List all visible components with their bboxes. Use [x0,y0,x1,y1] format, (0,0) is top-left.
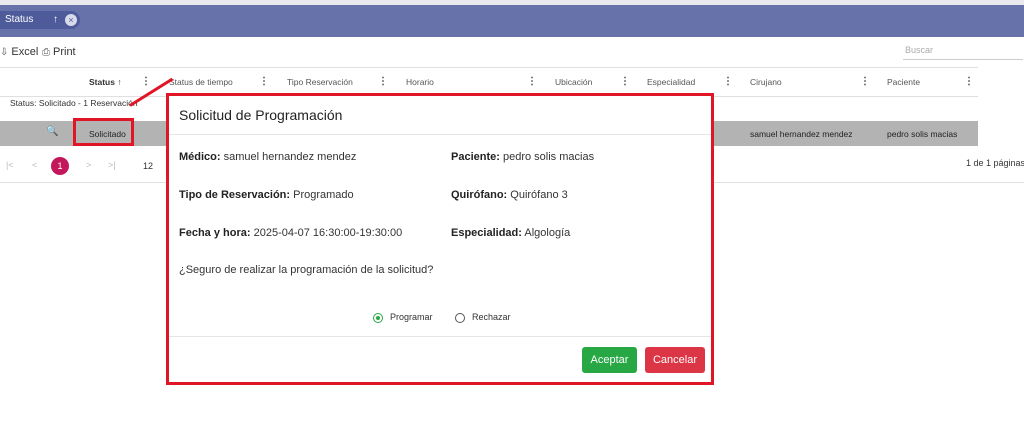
grid-toolbar: ⇩ Excel ⎙ Print [0,37,1024,67]
dialog-title: Solicitud de Programación [179,107,343,123]
excel-label: Excel [11,46,39,58]
search-icon[interactable]: 🔍 [46,126,58,137]
field-tipo-reservacion: Tipo de Reservación: Programado [179,189,354,201]
accept-button[interactable]: Aceptar [582,347,637,373]
page-info: 1 de 1 páginas [966,158,1024,168]
column-menu-icon[interactable]: ⋮ [378,76,388,87]
page-size-select[interactable]: 12 [143,161,153,171]
divider [169,336,711,337]
programacion-dialog: Solicitud de Programación Médico: samuel… [166,93,714,385]
column-menu-icon[interactable]: ⋮ [527,76,537,87]
cell-cirujano: samuel hernandez mendez [750,129,853,139]
column-menu-icon[interactable]: ⋮ [620,76,630,87]
column-header-cirujano[interactable]: Cirujano [750,77,782,87]
radio-programar-label: Programar [390,312,433,322]
group-panel: Status ↑ × [0,5,1024,37]
last-page-button[interactable]: >| [108,160,116,170]
first-page-button[interactable]: |< [6,160,14,170]
next-page-button[interactable]: > [86,160,91,170]
radio-programar[interactable]: Programar [373,312,433,323]
radio-rechazar-label: Rechazar [472,312,511,322]
divider [169,134,711,135]
sort-up-icon[interactable]: ↑ [53,11,58,29]
confirm-question: ¿Seguro de realizar la programación de l… [179,264,434,276]
excel-button[interactable]: ⇩ Excel [0,46,38,58]
column-header-status-tiempo[interactable]: Status de tiempo [169,77,233,87]
column-header-horario[interactable]: Horario [406,77,434,87]
cell-paciente: pedro solis macias [887,129,958,139]
radio-rechazar[interactable]: Rechazar [455,312,511,323]
prev-page-button[interactable]: < [32,160,37,170]
column-menu-icon[interactable]: ⋮ [723,76,733,87]
column-header-especialidad[interactable]: Especialidad [647,77,695,87]
highlight-box [73,118,134,146]
field-fecha-hora: Fecha y hora: 2025-04-07 16:30:00-19:30:… [179,227,403,239]
column-menu-icon[interactable]: ⋮ [964,76,974,87]
field-especialidad: Especialidad: Algología [451,227,571,239]
column-header-tipo-reservacion[interactable]: Tipo Reservación [287,77,353,87]
field-medico: Médico: samuel hernandez mendez [179,151,357,163]
column-menu-icon[interactable]: ⋮ [860,76,870,87]
remove-group-icon[interactable]: × [65,14,77,26]
group-chip-label: Status [5,14,34,25]
group-row-header[interactable]: Status: Solicitado - 1 Reservación [0,98,138,108]
column-header-paciente[interactable]: Paciente [887,77,920,87]
radio-unselected-icon[interactable] [455,312,465,323]
group-chip-status[interactable]: Status ↑ × [0,11,80,29]
search-input[interactable]: Buscar [903,41,1023,60]
field-quirofano: Quirófano: Quirófano 3 [451,189,568,201]
cancel-button[interactable]: Cancelar [645,347,705,373]
printer-icon: ⎙ [42,47,50,58]
print-label: Print [53,46,76,58]
column-header-status[interactable]: Status ↑ [89,77,122,87]
column-header-ubicacion[interactable]: Ubicación [555,77,592,87]
field-paciente: Paciente: pedro solis macias [451,151,595,163]
radio-selected-icon[interactable] [373,312,383,323]
column-menu-icon[interactable]: ⋮ [259,76,269,87]
column-menu-icon[interactable]: ⋮ [141,76,151,87]
group-row-label: Status: Solicitado - 1 Reservación [10,98,138,108]
download-icon: ⇩ [0,47,9,58]
sort-up-icon: ↑ [117,77,122,87]
print-button[interactable]: ⎙ Print [42,46,76,58]
current-page-button[interactable]: 1 [51,157,69,175]
